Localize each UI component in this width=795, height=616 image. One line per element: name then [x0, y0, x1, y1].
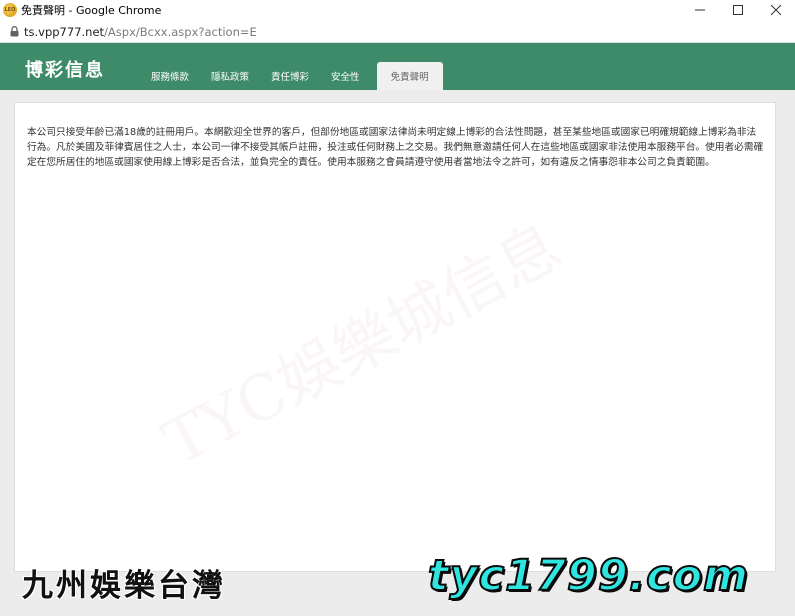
browser-window: LEO 免責聲明 - Google Chrome ts.vpp777.net/A… — [0, 0, 795, 616]
maximize-button[interactable] — [719, 0, 757, 20]
app-icon-label: LEO — [4, 7, 16, 13]
title-bar: LEO 免責聲明 - Google Chrome — [0, 0, 795, 20]
nav-tabs: 服務條款 隱私政策 責任博彩 安全性 免責聲明 — [140, 62, 443, 90]
url-path: /Aspx/Bcxx.aspx?action=E — [104, 24, 257, 39]
url-host: ts.vpp777.net — [24, 24, 105, 39]
close-button[interactable] — [757, 0, 795, 20]
overlay-brand-text: 九州娛樂台灣 — [22, 568, 226, 604]
overlay-domain-text: tyc1799.com — [427, 550, 749, 602]
tab-terms-of-service[interactable]: 服務條款 — [140, 62, 200, 90]
watermark: TYC娛樂城信息 — [151, 209, 574, 480]
tab-disclaimer[interactable]: 免責聲明 — [376, 62, 443, 90]
tab-privacy-policy[interactable]: 隱私政策 — [200, 62, 260, 90]
site-header: 博彩信息 服務條款 隱私政策 責任博彩 安全性 免責聲明 — [0, 43, 795, 90]
close-icon — [771, 5, 781, 15]
content-panel: TYC娛樂城信息 本公司只接受年齡已滿18歲的註冊用戶。本網歡迎全世界的客戶，但… — [14, 102, 776, 572]
tab-security[interactable]: 安全性 — [320, 62, 371, 90]
lock-icon[interactable] — [8, 26, 20, 38]
address-bar[interactable]: ts.vpp777.net/Aspx/Bcxx.aspx?action=E — [0, 21, 795, 43]
maximize-icon — [733, 5, 743, 15]
tab-responsible-gambling[interactable]: 責任博彩 — [260, 62, 320, 90]
minimize-button[interactable] — [681, 0, 719, 20]
app-icon: LEO — [3, 3, 17, 17]
window-title: 免責聲明 - Google Chrome — [21, 4, 162, 17]
disclaimer-text: 本公司只接受年齡已滿18歲的註冊用戶。本網歡迎全世界的客戶，但部份地區或國家法律… — [27, 127, 764, 168]
window-controls — [681, 0, 795, 20]
minimize-icon — [695, 9, 705, 11]
site-brand: 博彩信息 — [25, 60, 105, 81]
url-text[interactable]: ts.vpp777.net/Aspx/Bcxx.aspx?action=E — [24, 25, 257, 39]
